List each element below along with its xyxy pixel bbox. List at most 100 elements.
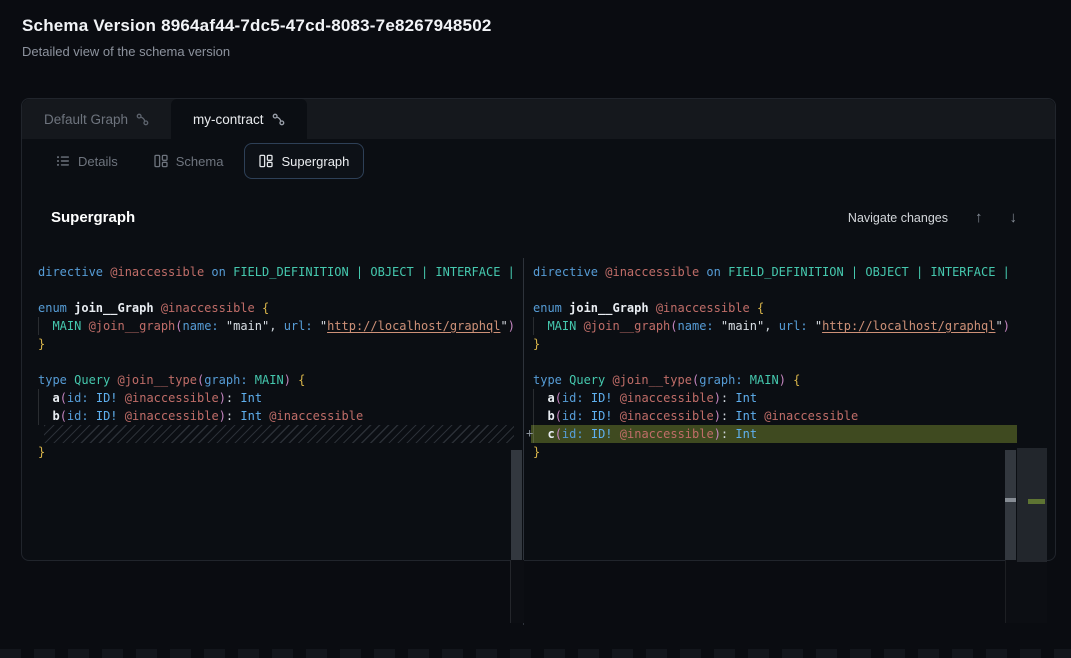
schema-url-link[interactable]: http://localhost/graphql	[327, 319, 500, 333]
code-token: (	[670, 319, 677, 333]
code-line: MAIN @join__graph(name: "main", url: "ht…	[38, 317, 514, 335]
code-line	[38, 353, 514, 371]
code-line: }	[38, 335, 514, 353]
code-token: @inaccessible	[125, 391, 219, 405]
code-token: )	[508, 319, 514, 333]
diff-right-editor[interactable]: directive @inaccessible on FIELD_DEFINIT…	[525, 258, 1017, 560]
code-token: )	[714, 409, 721, 423]
code-line: directive @inaccessible on FIELD_DEFINIT…	[38, 263, 514, 281]
code-token	[613, 391, 620, 405]
left-scrollbar-thumb[interactable]	[511, 450, 522, 562]
code-token: :	[226, 391, 240, 405]
code-token	[584, 391, 591, 405]
code-token: "main"	[721, 319, 764, 333]
tab-schema-label: Schema	[176, 154, 224, 169]
tab-my-contract[interactable]: my-contract	[171, 99, 307, 139]
code-token: INTERFACE	[930, 265, 1002, 279]
code-token: Int	[735, 409, 757, 423]
code-token: name:	[678, 319, 714, 333]
code-token: @join__type	[612, 373, 691, 387]
code-token: @inaccessible	[605, 265, 706, 279]
code-line: enum join__Graph @inaccessible {	[533, 299, 1017, 317]
code-token: id:	[562, 409, 584, 423]
code-line	[533, 281, 1017, 299]
code-token	[613, 427, 620, 441]
code-token	[38, 319, 52, 333]
code-token: Int	[735, 427, 757, 441]
tab-schema[interactable]: Schema	[139, 143, 239, 179]
code-token: )	[779, 373, 786, 387]
navigate-changes-label: Navigate changes	[848, 211, 948, 225]
code-token	[248, 373, 255, 387]
code-token: }	[533, 337, 540, 351]
navigate-previous-change-button[interactable]: ↑	[975, 210, 983, 225]
variant-fork-icon	[136, 113, 149, 126]
overview-ruler-added-mark	[1028, 499, 1045, 504]
code-line: a(id: ID! @inaccessible): Int	[38, 389, 514, 407]
code-line: a(id: ID! @inaccessible): Int	[533, 389, 1017, 407]
tab-default-graph[interactable]: Default Graph	[22, 99, 171, 139]
code-token: |	[508, 265, 514, 279]
code-token	[584, 409, 591, 423]
columns-icon	[154, 154, 168, 168]
code-token: {	[298, 373, 305, 387]
code-token: |	[356, 265, 370, 279]
code-token: url:	[779, 319, 808, 333]
code-token: {	[793, 373, 800, 387]
code-token: MAIN	[255, 373, 284, 387]
code-token: "	[995, 319, 1002, 333]
code-token: @join__graph	[89, 319, 176, 333]
code-token: )	[714, 391, 721, 405]
right-scrollbar-thumb[interactable]	[1005, 450, 1016, 562]
code-token: ID!	[591, 427, 613, 441]
code-token: ID!	[96, 409, 118, 423]
code-token: on	[706, 265, 728, 279]
code-token: Query	[74, 373, 117, 387]
tab-supergraph[interactable]: Supergraph	[244, 143, 364, 179]
code-token: @inaccessible	[125, 409, 219, 423]
code-token	[808, 319, 815, 333]
code-token: a	[547, 391, 554, 405]
code-token: name:	[183, 319, 219, 333]
code-token	[533, 427, 547, 441]
schema-url-link[interactable]: http://localhost/graphql	[822, 319, 995, 333]
diff-overview-ruler-viewport[interactable]	[1017, 448, 1047, 562]
navigate-changes-controls: Navigate changes ↑ ↓	[848, 210, 1017, 225]
code-token: @inaccessible	[269, 409, 363, 423]
left-scrollbar-track[interactable]	[510, 560, 524, 623]
code-token: (	[555, 391, 562, 405]
code-token: :	[721, 391, 735, 405]
code-line-added: c(id: ID! @inaccessible): Int	[531, 425, 1017, 443]
code-token: (	[60, 409, 67, 423]
code-line: }	[533, 443, 1017, 461]
view-tabbar: Details Schema Supergraph	[22, 139, 1055, 183]
supergraph-diff-editor: directive @inaccessible on FIELD_DEFINIT…	[30, 258, 1047, 625]
diff-left-editor[interactable]: directive @inaccessible on FIELD_DEFINIT…	[30, 258, 514, 560]
code-token: ID!	[591, 409, 613, 423]
bottom-dashed-divider	[0, 649, 1071, 658]
code-token: Query	[569, 373, 612, 387]
tab-default-graph-label: Default Graph	[44, 112, 128, 127]
code-token: )	[1003, 319, 1010, 333]
right-scrollbar-track[interactable]	[1005, 560, 1047, 623]
navigate-next-change-button[interactable]: ↓	[1010, 210, 1018, 225]
tab-details[interactable]: Details	[41, 143, 133, 179]
code-token: )	[284, 373, 291, 387]
code-token: join__Graph	[569, 301, 656, 315]
code-token: @join__type	[117, 373, 196, 387]
code-token: )	[714, 427, 721, 441]
code-token: (	[555, 427, 562, 441]
code-token	[584, 427, 591, 441]
code-token	[89, 409, 96, 423]
code-token: b	[52, 409, 59, 423]
code-token: ,	[764, 319, 778, 333]
indent-guide	[533, 317, 534, 335]
code-token: on	[211, 265, 233, 279]
code-token: {	[262, 301, 269, 315]
code-token: (	[175, 319, 182, 333]
code-token: {	[757, 301, 764, 315]
code-line: b(id: ID! @inaccessible): Int @inaccessi…	[533, 407, 1017, 425]
code-line: MAIN @join__graph(name: "main", url: "ht…	[533, 317, 1017, 335]
tab-supergraph-label: Supergraph	[281, 154, 349, 169]
variant-tabbar: Default Graph my-contract	[22, 99, 1055, 139]
